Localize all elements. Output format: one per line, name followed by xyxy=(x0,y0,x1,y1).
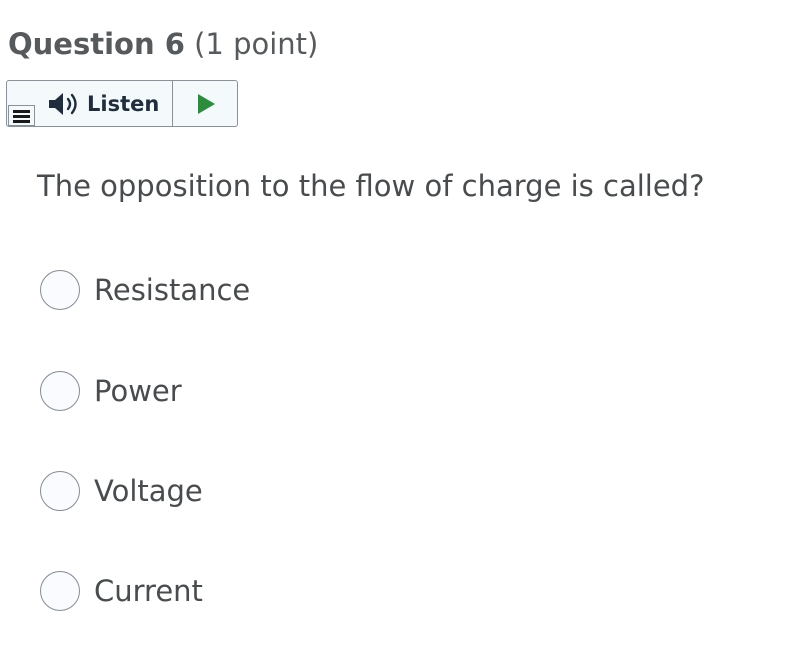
radio-button[interactable] xyxy=(40,371,80,411)
option-resistance[interactable]: Resistance xyxy=(40,268,250,312)
menu-lines-icon[interactable] xyxy=(8,105,35,126)
radio-button[interactable] xyxy=(40,571,80,611)
quiz-question-page: Question 6 (1 point) Listen The oppositi… xyxy=(0,0,805,660)
question-text: The opposition to the flow of charge is … xyxy=(37,169,705,203)
listen-label: Listen xyxy=(87,91,160,116)
play-button[interactable] xyxy=(173,81,237,126)
radio-button[interactable] xyxy=(40,270,80,310)
option-label: Voltage xyxy=(94,474,203,508)
question-title: Question 6 xyxy=(8,27,185,61)
play-icon xyxy=(197,93,215,114)
option-label: Power xyxy=(94,374,182,408)
speaker-icon xyxy=(49,92,77,115)
question-points: (1 point) xyxy=(194,27,319,61)
option-power[interactable]: Power xyxy=(40,369,182,413)
listen-toolbar: Listen xyxy=(6,80,238,127)
option-voltage[interactable]: Voltage xyxy=(40,469,203,513)
radio-button[interactable] xyxy=(40,471,80,511)
option-current[interactable]: Current xyxy=(40,569,203,613)
option-label: Resistance xyxy=(94,273,251,307)
option-label: Current xyxy=(94,574,203,608)
question-header: Question 6 (1 point) xyxy=(8,24,318,64)
listen-button[interactable]: Listen xyxy=(41,81,171,126)
